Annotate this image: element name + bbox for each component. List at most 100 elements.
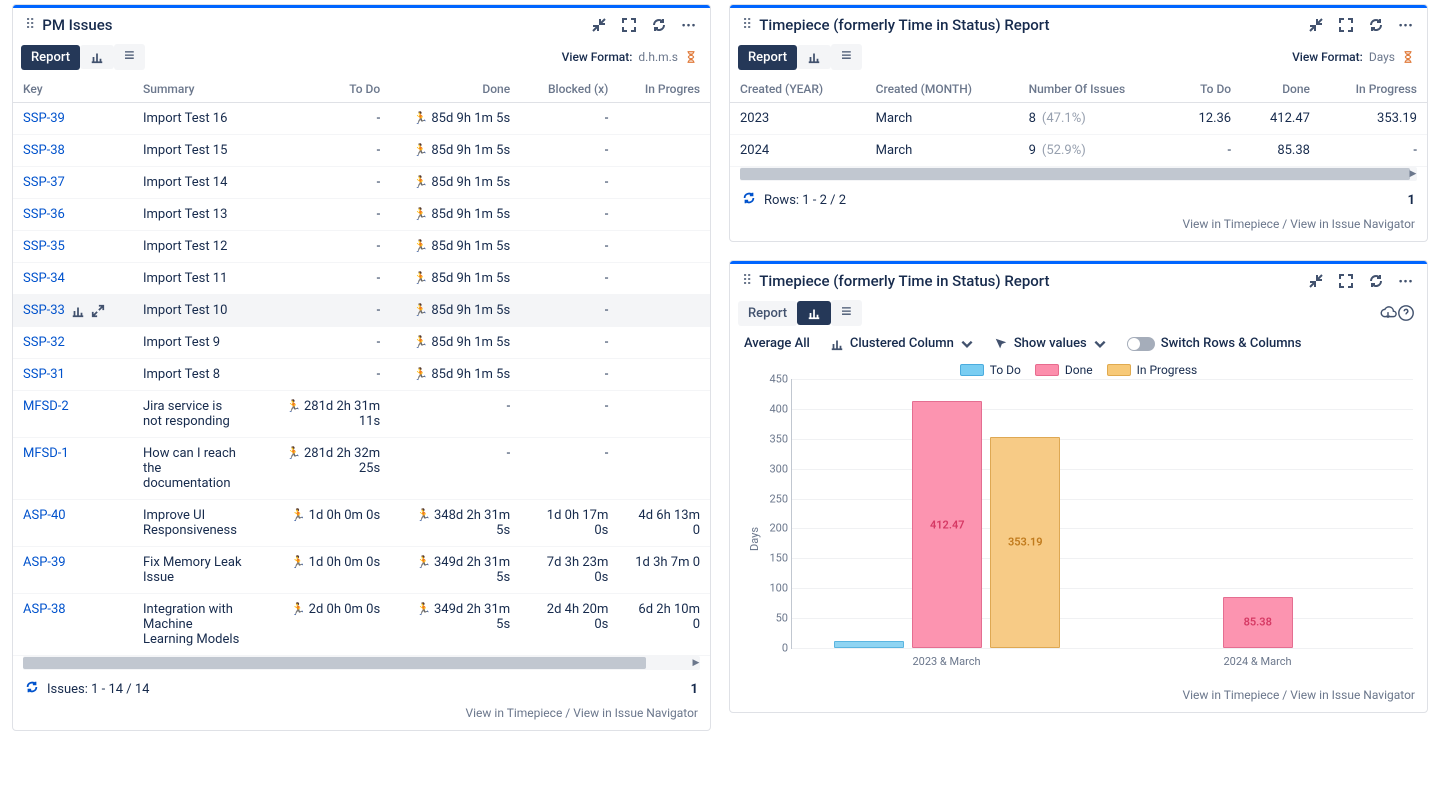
list-tab[interactable] (831, 44, 862, 70)
done-cell: 🏃349d 2h 31m 5s (390, 547, 520, 594)
table-row[interactable]: SSP-34Import Test 11-🏃85d 9h 1m 5s- (13, 263, 710, 295)
more-icon[interactable] (1397, 16, 1415, 34)
chart-tab[interactable] (797, 45, 831, 69)
horizontal-scrollbar[interactable]: ◀▶ (23, 656, 700, 670)
issue-key-link[interactable]: ASP-39 (23, 555, 66, 570)
table-row[interactable]: SSP-31Import Test 8-🏃85d 9h 1m 5s- (13, 359, 710, 391)
table-row[interactable]: ASP-40Improve UI Responsiveness🏃1d 0h 0m… (13, 500, 710, 547)
todo-cell: 🏃281d 2h 31m 11s (253, 391, 390, 438)
issue-key-link[interactable]: SSP-31 (23, 367, 65, 382)
view-timepiece-link[interactable]: View in Timepiece (465, 706, 562, 720)
fullscreen-icon[interactable] (1337, 272, 1355, 290)
legend-item[interactable]: Done (1035, 363, 1093, 377)
table-row[interactable]: 2024March9(52.9%)-85.38- (730, 135, 1427, 167)
report-tab[interactable]: Report (738, 45, 797, 70)
drag-handle-icon[interactable] (25, 17, 34, 33)
table-row[interactable]: ASP-38 Integration with Machine Learning … (13, 594, 710, 656)
report-tab[interactable]: Report (738, 301, 797, 326)
issue-key-link[interactable]: SSP-39 (23, 111, 65, 126)
done-cell: 🏃85d 9h 1m 5s (390, 135, 520, 167)
drag-handle-icon[interactable] (742, 17, 751, 33)
view-timepiece-link[interactable]: View in Timepiece (1182, 217, 1279, 231)
fullscreen-icon[interactable] (620, 16, 638, 34)
table-row[interactable]: MFSD-1How can I reach the documentation🏃… (13, 438, 710, 500)
issue-key-link[interactable]: MFSD-1 (23, 446, 69, 461)
todo-cell: - (253, 263, 390, 295)
expand-icon[interactable] (91, 304, 105, 318)
blocked-cell: - (520, 103, 618, 135)
todo-cell: - (253, 231, 390, 263)
issue-key-link[interactable]: SSP-34 (23, 271, 65, 286)
summary-cell: Integration with Machine Learning Models (133, 594, 253, 656)
view-timepiece-link[interactable]: View in Timepiece (1182, 688, 1279, 702)
table-row[interactable]: SSP-35Import Test 12-🏃85d 9h 1m 5s- (13, 231, 710, 263)
issue-key-link[interactable]: SSP-38 (23, 143, 65, 158)
refresh-button[interactable] (25, 680, 39, 698)
blocked-cell: - (520, 327, 618, 359)
issue-key-link[interactable]: ASP-38 (23, 602, 66, 617)
collapse-icon[interactable] (590, 16, 608, 34)
view-navigator-link[interactable]: View in Issue Navigator (1290, 688, 1415, 702)
table-row[interactable]: SSP-32Import Test 9-🏃85d 9h 1m 5s- (13, 327, 710, 359)
table-row[interactable]: SSP-36Import Test 13-🏃85d 9h 1m 5s- (13, 199, 710, 231)
table-row[interactable]: SSP-39Import Test 16-🏃85d 9h 1m 5s- (13, 103, 710, 135)
inprogress-cell (618, 391, 710, 438)
todo-cell: - (253, 359, 390, 391)
issue-key-link[interactable]: SSP-36 (23, 207, 65, 222)
download-icon[interactable] (1379, 304, 1397, 322)
more-icon[interactable] (680, 16, 698, 34)
issue-key-link[interactable]: MFSD-2 (23, 399, 69, 414)
chart-tab[interactable] (797, 301, 831, 325)
issue-key-link[interactable]: SSP-33 (23, 303, 65, 318)
inprogress-cell (618, 327, 710, 359)
issue-key-link[interactable]: SSP-32 (23, 335, 65, 350)
table-row[interactable]: SSP-37Import Test 14-🏃85d 9h 1m 5s- (13, 167, 710, 199)
table-row[interactable]: SSP-38Import Test 15-🏃85d 9h 1m 5s- (13, 135, 710, 167)
legend-item[interactable]: In Progress (1107, 363, 1198, 377)
horizontal-scrollbar[interactable]: ◀▶ (740, 167, 1417, 181)
switch-rows-toggle[interactable]: Switch Rows & Columns (1127, 336, 1302, 351)
bar-done[interactable]: 412.47 (912, 401, 982, 648)
more-icon[interactable] (1397, 272, 1415, 290)
fullscreen-icon[interactable] (1337, 16, 1355, 34)
collapse-icon[interactable] (1307, 272, 1325, 290)
issue-key-link[interactable]: SSP-37 (23, 175, 65, 190)
summary-cell: Import Test 16 (133, 103, 253, 135)
view-navigator-link[interactable]: View in Issue Navigator (1290, 217, 1415, 231)
inprogress-cell (618, 359, 710, 391)
drag-handle-icon[interactable] (742, 273, 751, 289)
issue-key-link[interactable]: ASP-40 (23, 508, 66, 523)
table-row[interactable]: ASP-39Fix Memory Leak Issue🏃1d 0h 0m 0s🏃… (13, 547, 710, 594)
summary-cell: Import Test 9 (133, 327, 253, 359)
bar-done[interactable]: 85.38 (1223, 597, 1293, 648)
inprogress-cell: 4d 6h 13m 0 (618, 500, 710, 547)
legend-item[interactable]: To Do (960, 363, 1021, 377)
todo-cell: - (253, 199, 390, 231)
issue-key-link[interactable]: SSP-35 (23, 239, 65, 254)
view-navigator-link[interactable]: View in Issue Navigator (573, 706, 698, 720)
chart-type-selector[interactable]: Clustered Column (830, 336, 974, 351)
list-tab[interactable] (114, 44, 145, 70)
show-values-selector[interactable]: Show values (994, 336, 1107, 351)
refresh-button[interactable] (742, 191, 756, 209)
chevron-down-icon (1093, 337, 1107, 351)
collapse-icon[interactable] (1307, 16, 1325, 34)
bar-todo[interactable] (834, 641, 904, 648)
chart-icon[interactable] (71, 304, 85, 318)
table-row[interactable]: SSP-33Import Test 10-🏃85d 9h 1m 5s- (13, 295, 710, 327)
done-cell: 🏃85d 9h 1m 5s (390, 263, 520, 295)
refresh-icon[interactable] (650, 16, 668, 34)
table-row[interactable]: 2023March8(47.1%)12.36412.47353.19 (730, 103, 1427, 135)
refresh-icon[interactable] (1367, 272, 1385, 290)
todo-cell: - (253, 167, 390, 199)
inprogress-cell (618, 438, 710, 500)
x-axis-label: 2024 & March (1102, 649, 1413, 668)
table-row[interactable]: MFSD-2Jira service is not responding🏃281… (13, 391, 710, 438)
bar-prog[interactable]: 353.19 (990, 437, 1060, 648)
help-icon[interactable] (1397, 304, 1415, 322)
chart-tab[interactable] (80, 45, 114, 69)
refresh-icon[interactable] (1367, 16, 1385, 34)
report-tab[interactable]: Report (21, 45, 80, 70)
todo-cell: 🏃1d 0h 0m 0s (253, 547, 390, 594)
list-tab[interactable] (831, 300, 862, 326)
